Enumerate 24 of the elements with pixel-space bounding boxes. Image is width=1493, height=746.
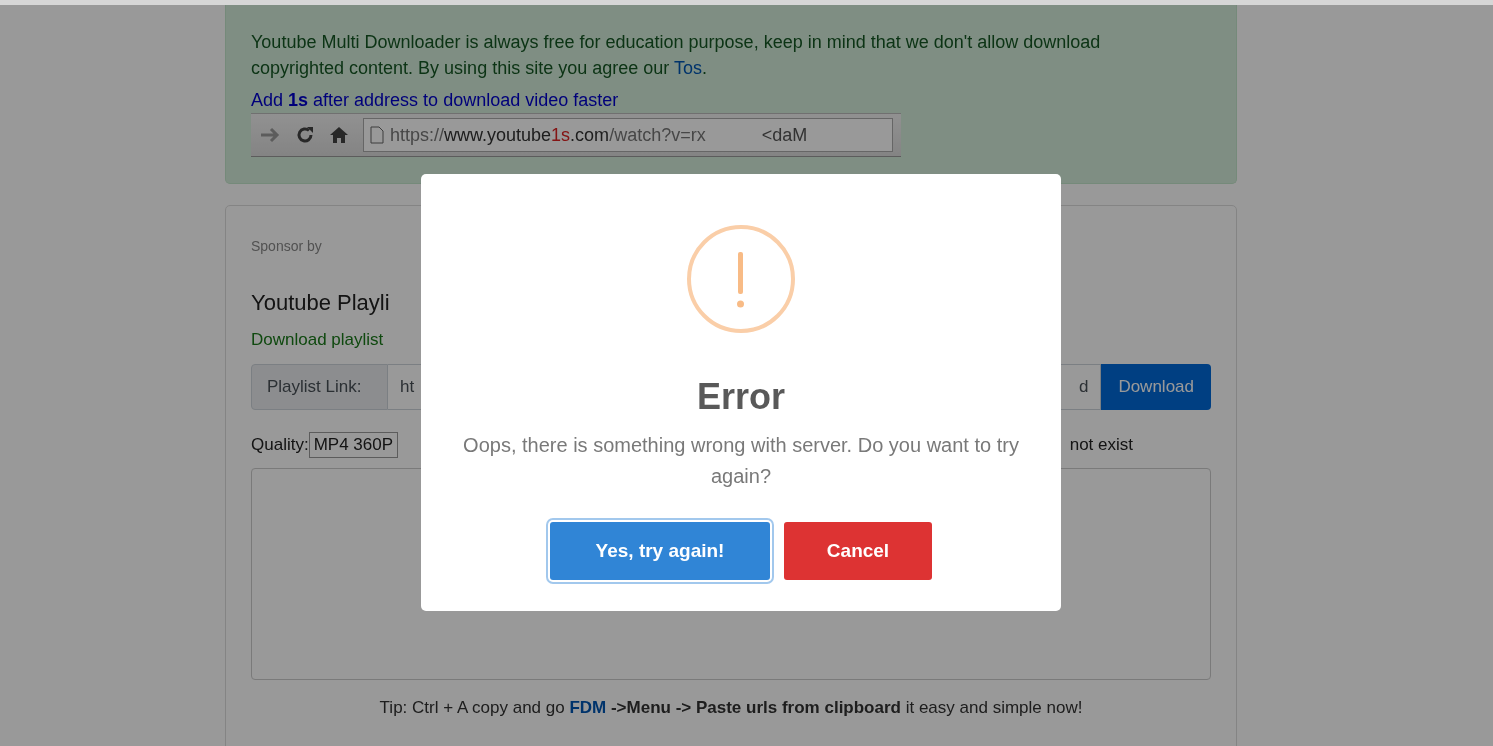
tip-text: Tip: Ctrl + A copy and go FDM ->Menu -> Paste urls from clipboard it easy and simple now! bbox=[378, 698, 1084, 718]
quality-select[interactable]: MP4 360P bbox=[308, 432, 399, 458]
cancel-button[interactable]: Cancel bbox=[784, 522, 932, 580]
page-icon bbox=[370, 126, 384, 144]
warning-icon bbox=[686, 224, 796, 334]
quality-note: not exist bbox=[1069, 435, 1133, 455]
notice-text: Youtube Multi Downloader is always free for education purpose, keep in mind that we don't allow download copyrighted content. By using this site you agree our Tos. bbox=[251, 31, 1102, 80]
quality-label: Quality: bbox=[251, 435, 309, 455]
fdm-link[interactable]: FDM bbox=[569, 698, 607, 717]
home-icon bbox=[329, 126, 349, 144]
url-text: <daM bbox=[761, 124, 808, 147]
dialog-title: Error bbox=[697, 376, 785, 418]
playlist-link-label: Playlist Link: bbox=[251, 364, 388, 410]
sponsor-label: Sponsor by bbox=[251, 238, 323, 254]
reload-icon bbox=[295, 125, 315, 145]
url-text: https://www.youtube1s.com/watch?v=rx bbox=[390, 124, 706, 147]
dialog-message: Oops, there is something wrong with server. Do you want to try again? bbox=[462, 433, 1020, 489]
download-button[interactable]: Download bbox=[1101, 364, 1211, 410]
card-title: Youtube Playli bbox=[251, 290, 391, 316]
card-subtitle: Download playlist bbox=[251, 330, 385, 350]
forward-arrow-icon bbox=[259, 127, 281, 143]
confirm-button[interactable]: Yes, try again! bbox=[550, 522, 770, 580]
hint-text: Add 1s after address to download video faster bbox=[251, 89, 620, 112]
tos-link[interactable]: Tos bbox=[673, 58, 702, 78]
